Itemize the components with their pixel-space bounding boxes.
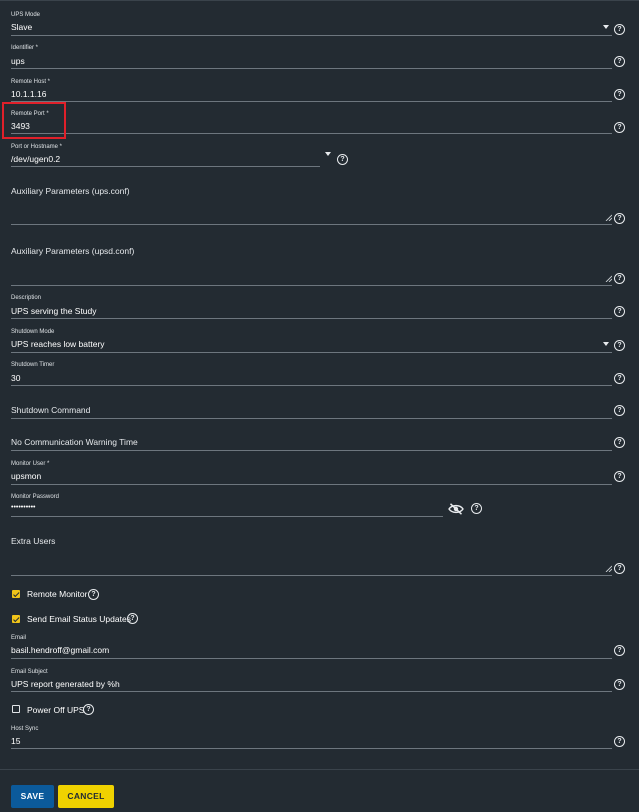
dropdown-caret-icon[interactable] xyxy=(325,152,331,156)
no-comm-warning-underline xyxy=(11,450,612,451)
help-circle-icon[interactable]: ? xyxy=(83,704,94,715)
cancel-button[interactable]: CANCEL xyxy=(58,785,114,808)
host-sync-underline xyxy=(11,748,612,749)
remote-host-underline xyxy=(11,101,612,102)
extra-users-underline xyxy=(11,575,612,576)
help-circle-icon[interactable]: ? xyxy=(127,613,138,624)
email-subject-input[interactable]: UPS report generated by %h xyxy=(11,679,120,689)
no-comm-warning-label: No Communication Warning Time xyxy=(11,437,138,447)
identifier-label: Identifier * xyxy=(11,45,39,51)
help-circle-icon[interactable]: ? xyxy=(614,645,625,656)
email-label: Email xyxy=(11,635,27,641)
email-subject-underline xyxy=(11,691,612,692)
send-email-label: Send Email Status Updates xyxy=(27,614,131,624)
host-sync-label: Host Sync xyxy=(11,726,39,732)
ups-mode-label: UPS Mode xyxy=(11,12,41,18)
resize-handle-icon[interactable] xyxy=(605,214,612,221)
description-underline xyxy=(11,318,612,319)
monitor-password-underline xyxy=(11,516,443,517)
resize-handle-icon[interactable] xyxy=(605,275,612,282)
help-circle-icon[interactable]: ? xyxy=(614,24,625,35)
power-off-label: Power Off UPS xyxy=(27,705,85,715)
dropdown-caret-icon[interactable] xyxy=(603,25,609,29)
aux-upsd-label: Auxiliary Parameters (upsd.conf) xyxy=(11,246,135,256)
aux-ups-label: Auxiliary Parameters (ups.conf) xyxy=(11,186,130,196)
monitor-password-label: Monitor Password xyxy=(11,494,60,500)
extra-users-label: Extra Users xyxy=(11,536,56,546)
help-circle-icon[interactable]: ? xyxy=(88,589,99,600)
remote-host-label: Remote Host * xyxy=(11,79,51,85)
identifier-input[interactable]: ups xyxy=(11,56,25,66)
identifier-underline xyxy=(11,68,612,69)
help-circle-icon[interactable]: ? xyxy=(614,373,625,384)
description-label: Description xyxy=(11,295,42,301)
shutdown-timer-underline xyxy=(11,385,612,386)
description-input[interactable]: UPS serving the Study xyxy=(11,306,97,316)
aux-upsd-underline xyxy=(11,285,612,286)
help-circle-icon[interactable]: ? xyxy=(614,306,625,317)
help-circle-icon[interactable]: ? xyxy=(614,340,625,351)
top-border xyxy=(0,0,639,1)
help-circle-icon[interactable]: ? xyxy=(337,154,348,165)
remote-port-underline xyxy=(11,133,612,134)
remote-host-input[interactable]: 10.1.1.16 xyxy=(11,89,46,99)
help-circle-icon[interactable]: ? xyxy=(614,213,625,224)
help-circle-icon[interactable]: ? xyxy=(614,471,625,482)
shutdown-command-underline xyxy=(11,418,612,419)
shutdown-mode-label: Shutdown Mode xyxy=(11,329,55,335)
dropdown-caret-icon[interactable] xyxy=(603,342,609,346)
email-subject-label: Email Subject xyxy=(11,669,48,675)
ups-mode-value: Slave xyxy=(11,22,33,32)
port-hostname-label: Port or Hostname * xyxy=(11,144,63,150)
save-button[interactable]: SAVE xyxy=(11,785,54,808)
help-circle-icon[interactable]: ? xyxy=(614,273,625,284)
shutdown-timer-input[interactable]: 30 xyxy=(11,373,20,383)
help-circle-icon[interactable]: ? xyxy=(614,679,625,690)
remote-port-highlight-box xyxy=(2,102,66,139)
port-hostname-value: /dev/ugen0.2 xyxy=(11,154,61,164)
monitor-user-label: Monitor User * xyxy=(11,461,50,467)
help-circle-icon[interactable]: ? xyxy=(614,437,625,448)
shutdown-timer-label: Shutdown Timer xyxy=(11,362,55,368)
monitor-password-input[interactable]: •••••••••• xyxy=(11,504,36,511)
email-underline xyxy=(11,658,612,659)
help-circle-icon[interactable]: ? xyxy=(614,563,625,574)
monitor-user-underline xyxy=(11,484,612,485)
shutdown-mode-value: UPS reaches low battery xyxy=(11,339,105,349)
remote-monitor-checkbox[interactable] xyxy=(12,590,20,598)
port-hostname-underline xyxy=(11,166,320,167)
remote-monitor-label: Remote Monitor xyxy=(27,589,88,599)
email-input[interactable]: basil.hendroff@gmail.com xyxy=(11,645,109,655)
shutdown-command-label: Shutdown Command xyxy=(11,405,91,415)
send-email-checkbox[interactable] xyxy=(12,615,20,623)
help-circle-icon[interactable]: ? xyxy=(614,736,625,747)
form-actions-divider xyxy=(0,769,639,770)
help-circle-icon[interactable]: ? xyxy=(614,89,625,100)
help-circle-icon[interactable]: ? xyxy=(614,405,625,416)
help-circle-icon[interactable]: ? xyxy=(614,56,625,67)
eye-off-icon[interactable] xyxy=(448,503,464,515)
help-circle-icon[interactable]: ? xyxy=(614,122,625,133)
host-sync-input[interactable]: 15 xyxy=(11,736,20,746)
shutdown-mode-underline xyxy=(11,352,612,353)
ups-mode-underline xyxy=(11,35,612,36)
monitor-user-input[interactable]: upsmon xyxy=(11,471,41,481)
aux-ups-underline xyxy=(11,224,612,225)
power-off-checkbox[interactable] xyxy=(12,705,20,713)
help-circle-icon[interactable]: ? xyxy=(471,503,482,514)
resize-handle-icon[interactable] xyxy=(605,565,612,572)
